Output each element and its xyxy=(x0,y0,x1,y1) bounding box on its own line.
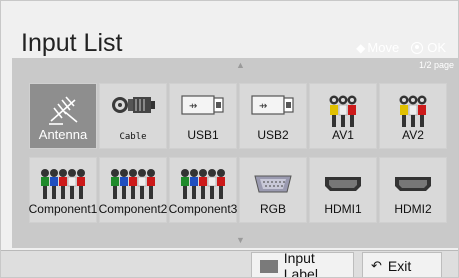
input-tile-label: RGB xyxy=(259,202,286,216)
usb-icon: ⇸ xyxy=(181,94,225,121)
input-tile-usb2[interactable]: ⇸ USB2 xyxy=(239,83,307,149)
cable-connector-icon xyxy=(111,94,155,121)
input-tile-component2[interactable]: Component2 xyxy=(99,157,167,223)
page-indicator: 1/2 page xyxy=(418,60,454,70)
component-rca-icon xyxy=(180,168,226,205)
scroll-down-arrow-icon[interactable]: ▼ xyxy=(236,235,245,245)
input-tile-component1[interactable]: Component1 xyxy=(29,157,97,223)
input-tile-label: HDMI1 xyxy=(324,202,362,216)
antenna-icon xyxy=(45,94,81,131)
color-key-icon xyxy=(260,259,278,273)
av-rca-icon xyxy=(328,94,358,133)
ok-button-icon xyxy=(411,41,424,54)
move-hint-label: Move xyxy=(367,40,400,55)
ok-hint-label: OK xyxy=(427,40,446,55)
exit-text: Exit xyxy=(387,258,412,274)
input-tile-label: USB2 xyxy=(257,128,289,142)
input-tile-hdmi2[interactable]: HDMI2 xyxy=(379,157,447,223)
hdmi-icon xyxy=(324,176,362,197)
input-tile-cable[interactable]: Cable xyxy=(99,83,167,149)
input-tile-usb1[interactable]: ⇸ USB1 xyxy=(169,83,237,149)
back-arrow-icon: ↶ xyxy=(371,258,382,273)
component-rca-icon xyxy=(110,168,156,205)
input-tile-component3[interactable]: Component3 xyxy=(169,157,237,223)
svg-text:⇸: ⇸ xyxy=(189,101,197,112)
exit-button[interactable]: ↶ Exit xyxy=(362,252,442,277)
av-rca-icon xyxy=(398,94,428,133)
navigation-hints: ◆ Move OK xyxy=(356,40,446,55)
hdmi-icon xyxy=(394,176,432,197)
input-tile-label: Cable xyxy=(119,132,147,142)
ok-hint: OK xyxy=(411,40,446,55)
input-tile-av1[interactable]: AV1 xyxy=(309,83,377,149)
usb-icon: ⇸ xyxy=(251,94,295,121)
svg-text:⇸: ⇸ xyxy=(259,101,267,112)
input-list-panel: Input List ◆ Move OK ▲ 1/2 page Antenna … xyxy=(0,0,459,278)
move-arrows-icon: ◆ xyxy=(356,40,365,55)
input-label-button[interactable]: Input Label xyxy=(251,250,354,278)
input-tile-av2[interactable]: AV2 xyxy=(379,83,447,149)
scroll-up-arrow-icon[interactable]: ▲ xyxy=(236,60,245,70)
input-tile-rgb[interactable]: RGB xyxy=(239,157,307,223)
input-tile-hdmi1[interactable]: HDMI1 xyxy=(309,157,377,223)
component-rca-icon xyxy=(40,168,86,205)
input-grid: ▲ 1/2 page Antenna Cable ⇸ USB1 ⇸ USB2 A… xyxy=(12,58,458,248)
input-label-text: Input Label xyxy=(283,250,318,278)
input-tile-label: HDMI2 xyxy=(394,202,432,216)
input-tile-antenna[interactable]: Antenna xyxy=(29,83,97,149)
move-hint: ◆ Move xyxy=(356,40,399,55)
rgb-vga-icon xyxy=(254,174,292,199)
page-title: Input List xyxy=(21,29,123,57)
input-tile-label: USB1 xyxy=(187,128,219,142)
footer-bar: Input Label ↶ Exit xyxy=(1,250,458,278)
